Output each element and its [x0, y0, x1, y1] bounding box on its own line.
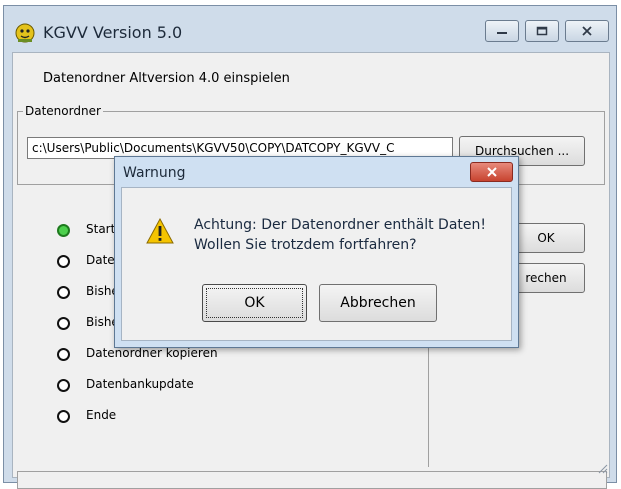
maximize-button[interactable]	[525, 20, 559, 42]
page-subtitle: Datenordner Altversion 4.0 einspielen	[43, 71, 290, 86]
step-label: Start	[86, 222, 116, 236]
close-icon	[582, 26, 592, 36]
title-bar: KGVV Version 5.0	[4, 6, 616, 52]
step-status-icon	[57, 286, 70, 299]
step-label: Date	[86, 253, 115, 267]
window-title: KGVV Version 5.0	[43, 23, 183, 42]
resize-grip-icon[interactable]	[596, 462, 608, 474]
folder-group-label: Datenordner	[23, 104, 103, 118]
dialog-body: Achtung: Der Datenordner enthält Daten! …	[121, 187, 512, 341]
step-status-icon	[57, 255, 70, 268]
minimize-button[interactable]	[485, 20, 519, 42]
step-label: Datenordner kopieren	[86, 346, 218, 360]
maximize-icon	[536, 26, 548, 36]
minimize-icon	[497, 32, 507, 34]
step-label: Ende	[86, 408, 117, 422]
step-status-icon	[57, 410, 70, 423]
app-logo-icon	[15, 23, 35, 43]
step-status-icon	[57, 379, 70, 392]
status-bar	[17, 471, 607, 489]
warning-dialog: Warnung Achtung: Der Datenordner enthält…	[114, 156, 519, 348]
dialog-message: Achtung: Der Datenordner enthält Daten! …	[194, 215, 486, 255]
step-label: Datenbankupdate	[86, 377, 194, 391]
warning-icon	[146, 218, 174, 244]
step-status-icon	[57, 224, 70, 237]
dialog-message-line2: Wollen Sie trotzdem fortfahren?	[194, 237, 417, 253]
dialog-close-button[interactable]	[470, 162, 513, 182]
dialog-cancel-button[interactable]: Abbrechen	[319, 284, 437, 322]
dialog-message-line1: Achtung: Der Datenordner enthält Daten!	[194, 217, 486, 233]
dialog-ok-button[interactable]: OK	[202, 284, 307, 322]
step-status-icon	[57, 317, 70, 330]
dialog-title: Warnung	[123, 165, 186, 181]
close-button[interactable]	[565, 20, 609, 42]
close-icon	[486, 167, 497, 177]
step-status-icon	[57, 348, 70, 361]
